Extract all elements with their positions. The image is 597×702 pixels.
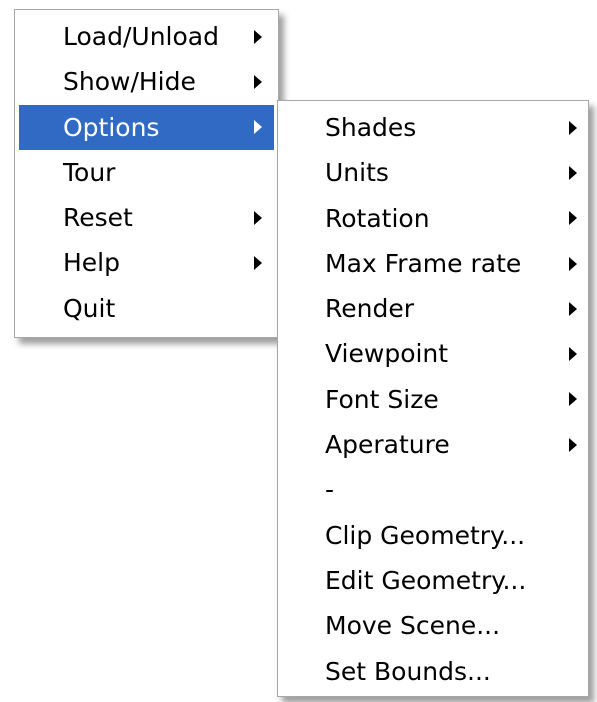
menu-item-options[interactable]: Options [19, 104, 274, 150]
menu-item-label: Tour [63, 157, 116, 187]
submenu-arrow-icon [569, 392, 577, 407]
submenu-arrow-icon [569, 211, 577, 226]
submenu-item-rotation[interactable]: Rotation [278, 196, 588, 241]
submenu-item-viewpoint[interactable]: Viewpoint [278, 331, 588, 376]
menu-item-label: Viewpoint [325, 339, 449, 369]
submenu-item-clip-geometry[interactable]: Clip Geometry... [278, 513, 588, 558]
submenu-arrow-icon [254, 74, 262, 89]
menu-item-label: Render [325, 294, 415, 324]
submenu-arrow-icon [569, 165, 577, 180]
menu-item-label: Shades [325, 113, 417, 142]
menu-item-label: Max Frame rate [325, 248, 522, 278]
menu-item-label: Units [325, 158, 389, 188]
submenu-arrow-icon [254, 256, 262, 271]
menu-item-reset[interactable]: Reset [15, 195, 278, 240]
menu-item-label: Load/Unload [63, 22, 219, 51]
menu-item-label: Move Scene... [325, 611, 501, 641]
menu-item-label: Font Size [325, 384, 439, 414]
submenu-item-move-scene[interactable]: Move Scene... [278, 603, 588, 648]
separator-label: - [325, 475, 335, 505]
menu-item-tour[interactable]: Tour [15, 150, 278, 195]
submenu-arrow-icon [569, 120, 577, 135]
submenu-item-max-frame-rate[interactable]: Max Frame rate [278, 241, 588, 286]
options-submenu: Shades Units Rotation Max Frame rate Ren… [277, 100, 589, 697]
menu-item-label: Clip Geometry... [325, 520, 526, 550]
menu-item-label: Options [63, 112, 160, 142]
menu-separator: - [278, 467, 588, 512]
menu-item-label: Reset [63, 203, 133, 233]
menu-item-show-hide[interactable]: Show/Hide [15, 59, 278, 104]
screen: Load/Unload Show/Hide Options Tour Reset… [0, 0, 597, 702]
submenu-item-set-bounds[interactable]: Set Bounds... [278, 649, 588, 694]
menu-item-label: Edit Geometry... [325, 565, 527, 595]
submenu-arrow-icon [254, 29, 262, 44]
submenu-item-edit-geometry[interactable]: Edit Geometry... [278, 558, 588, 603]
submenu-arrow-icon [569, 256, 577, 271]
menu-item-load-unload[interactable]: Load/Unload [15, 14, 278, 59]
submenu-item-font-size[interactable]: Font Size [278, 377, 588, 422]
submenu-arrow-icon [569, 347, 577, 362]
menu-item-label: Aperature [325, 430, 450, 460]
submenu-arrow-icon [254, 120, 262, 135]
submenu-item-aperature[interactable]: Aperature [278, 422, 588, 467]
submenu-item-render[interactable]: Render [278, 286, 588, 331]
menu-item-label: Quit [63, 293, 116, 323]
submenu-arrow-icon [254, 210, 262, 225]
submenu-item-units[interactable]: Units [278, 150, 588, 195]
submenu-item-shades[interactable]: Shades [278, 105, 588, 150]
menu-item-label: Help [63, 248, 120, 278]
menu-item-label: Show/Hide [63, 67, 196, 97]
menu-item-quit[interactable]: Quit [15, 286, 278, 331]
menu-item-help[interactable]: Help [15, 240, 278, 285]
submenu-arrow-icon [569, 437, 577, 452]
menu-item-label: Set Bounds... [325, 656, 491, 686]
menu-item-label: Rotation [325, 203, 430, 233]
main-context-menu: Load/Unload Show/Hide Options Tour Reset… [14, 9, 279, 338]
submenu-arrow-icon [569, 301, 577, 316]
